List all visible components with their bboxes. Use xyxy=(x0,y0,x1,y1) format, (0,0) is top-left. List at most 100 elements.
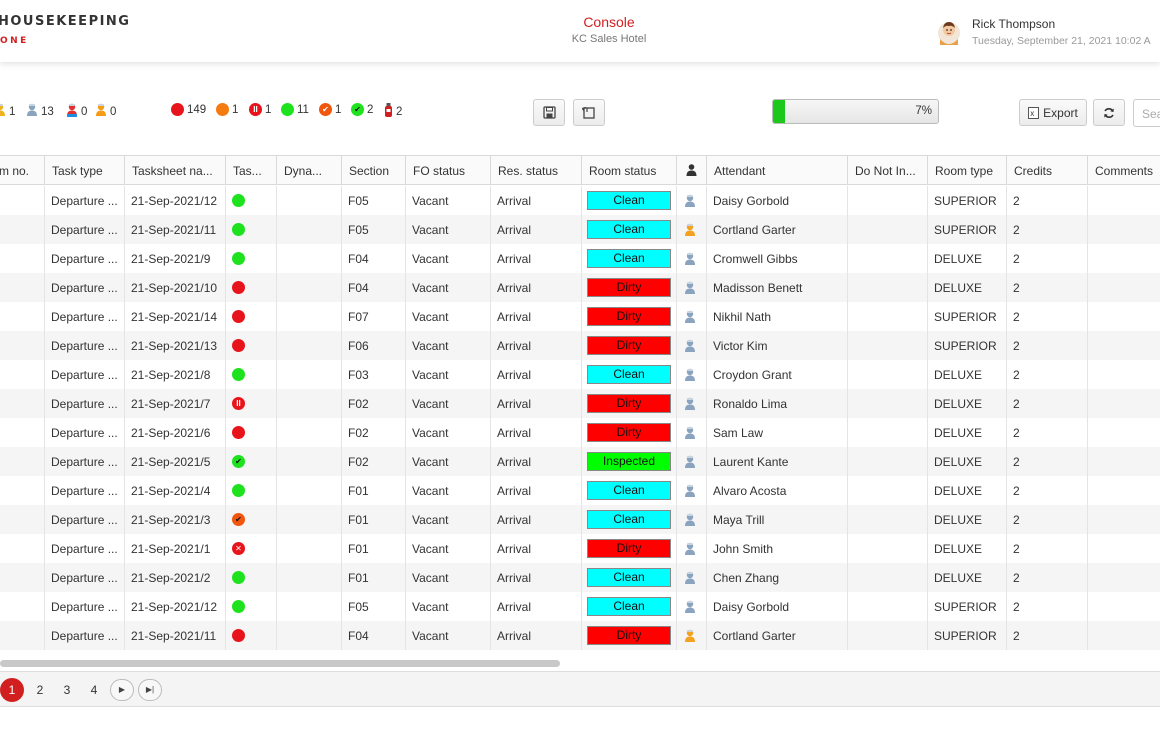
task-status-clean-icon xyxy=(232,571,245,584)
cell-task-type: Departure ... xyxy=(45,534,125,563)
cell-comments xyxy=(1088,476,1160,505)
table-row[interactable]: Departure ... 21-Sep-2021/8 F03 Vacant Arriv… xyxy=(0,360,1160,389)
room-status-badge[interactable]: Clean xyxy=(587,220,671,239)
cell-tasksheet-name: 21-Sep-2021/9 xyxy=(125,244,226,273)
task-status-clean-icon xyxy=(232,194,245,207)
next-page-button[interactable]: ▶ xyxy=(110,679,134,701)
room-status-badge[interactable]: Clean xyxy=(587,481,671,500)
room-status-badge[interactable]: Dirty xyxy=(587,423,671,442)
attendant-type-icon xyxy=(684,629,696,643)
col-task-type-header[interactable]: Task type xyxy=(45,156,125,185)
table-row[interactable]: Departure ... 21-Sep-2021/9 F04 Vacant Arriv… xyxy=(0,244,1160,273)
cell-fo-status: Vacant xyxy=(406,418,491,447)
attendant-type-icon xyxy=(684,397,696,411)
table-row[interactable]: Departure ... 21-Sep-2021/4 F01 Vacant Arriv… xyxy=(0,476,1160,505)
attendant-type-icon xyxy=(684,339,696,353)
page-4-button[interactable]: 4 xyxy=(83,679,105,701)
status-counter: ✔ 2 xyxy=(351,103,373,116)
table-row[interactable]: Departure ... 21-Sep-2021/12 F05 Vacant Arri… xyxy=(0,186,1160,215)
table-row[interactable]: Departure ... 21-Sep-2021/10 F04 Vacant Arri… xyxy=(0,273,1160,302)
table-row[interactable]: Departure ... 21-Sep-2021/7 II F02 Vacant Arr… xyxy=(0,389,1160,418)
user-name[interactable]: Rick Thompson xyxy=(972,17,1055,31)
room-status-badge[interactable]: Clean xyxy=(587,597,671,616)
table-row[interactable]: Departure ... 21-Sep-2021/12 F05 Vacant Arri… xyxy=(0,592,1160,621)
col-comments-header[interactable]: Comments xyxy=(1088,156,1160,185)
restore-button[interactable] xyxy=(573,99,605,126)
cell-fo-status: Vacant xyxy=(406,447,491,476)
table-row[interactable]: Departure ... 21-Sep-2021/6 F02 Vacant Arriv… xyxy=(0,418,1160,447)
avatar[interactable] xyxy=(937,19,961,45)
table-row[interactable]: Departure ... 21-Sep-2021/13 F06 Vacant Arri… xyxy=(0,331,1160,360)
cell-do-not-inspect xyxy=(848,592,928,621)
col-room-type-header[interactable]: Room type xyxy=(928,156,1007,185)
cell-room-status: Clean xyxy=(582,592,677,621)
search-input[interactable]: Sea xyxy=(1133,99,1160,127)
room-status-badge[interactable]: Clean xyxy=(587,510,671,529)
cell-do-not-inspect xyxy=(848,331,928,360)
cell-attendant-icon xyxy=(677,389,707,418)
col-dynamic-header[interactable]: Dyna... xyxy=(277,156,342,185)
cell-comments xyxy=(1088,592,1160,621)
page-3-button[interactable]: 3 xyxy=(56,679,78,701)
col-attendant-icon-header[interactable] xyxy=(677,156,707,185)
cell-res-status: Arrival xyxy=(491,476,582,505)
attendant-type-icon xyxy=(684,223,696,237)
cell-tasksheet-name: 21-Sep-2021/4 xyxy=(125,476,226,505)
cell-room-type: DELUXE xyxy=(928,244,1007,273)
refresh-button[interactable] xyxy=(1093,99,1125,126)
cell-tasksheet-name: 21-Sep-2021/5 xyxy=(125,447,226,476)
col-do-not-inspect-header[interactable]: Do Not In... xyxy=(848,156,928,185)
room-status-badge[interactable]: Dirty xyxy=(587,539,671,558)
col-task-status-header[interactable]: Tas... xyxy=(226,156,277,185)
room-status-badge[interactable]: Dirty xyxy=(587,278,671,297)
table-row[interactable]: Departure ... 21-Sep-2021/5 ✔ F02 Vacant Arri… xyxy=(0,447,1160,476)
cell-attendant-icon xyxy=(677,215,707,244)
table-row[interactable]: Departure ... 21-Sep-2021/2 F01 Vacant Arriv… xyxy=(0,563,1160,592)
col-attendant-header[interactable]: Attendant xyxy=(707,156,848,185)
col-room-no-header[interactable]: m no. xyxy=(0,156,45,185)
status-counter: 1 xyxy=(216,103,238,116)
horizontal-scrollbar[interactable] xyxy=(0,660,560,667)
cell-attendant: Croydon Grant xyxy=(707,360,848,389)
save-button[interactable] xyxy=(533,99,565,126)
logo-text: HOUSEKEEPING xyxy=(0,14,131,29)
page-1-button[interactable]: 1 xyxy=(0,678,24,702)
room-status-badge[interactable]: Clean xyxy=(587,249,671,268)
table-row[interactable]: Departure ... 21-Sep-2021/11 F05 Vacant Arri… xyxy=(0,215,1160,244)
col-fo-status-header[interactable]: FO status xyxy=(406,156,491,185)
room-status-badge[interactable]: Clean xyxy=(587,191,671,210)
table-row[interactable]: Departure ... 21-Sep-2021/11 F04 Vacant Arri… xyxy=(0,621,1160,650)
room-status-badge[interactable]: Clean xyxy=(587,365,671,384)
room-status-badge[interactable]: Dirty xyxy=(587,626,671,645)
cell-section: F02 xyxy=(342,418,406,447)
page-2-button[interactable]: 2 xyxy=(29,679,51,701)
col-res-status-header[interactable]: Res. status xyxy=(491,156,582,185)
col-credits-header[interactable]: Credits xyxy=(1007,156,1088,185)
room-status-badge[interactable]: Clean xyxy=(587,568,671,587)
last-page-button[interactable]: ▶| xyxy=(138,679,162,701)
multi-person-icon xyxy=(0,103,6,120)
export-button[interactable]: x Export xyxy=(1019,99,1087,126)
room-status-badge[interactable]: Inspected xyxy=(587,452,671,471)
table-row[interactable]: Departure ... 21-Sep-2021/14 F07 Vacant Arri… xyxy=(0,302,1160,331)
table-row[interactable]: Departure ... 21-Sep-2021/3 ✔ F01 Vacant Arri… xyxy=(0,505,1160,534)
cell-task-status xyxy=(226,331,277,360)
table-row[interactable]: Departure ... 21-Sep-2021/1 ✕ F01 Vacant Arri… xyxy=(0,534,1160,563)
col-room-status-header[interactable]: Room status xyxy=(582,156,677,185)
cell-dynamic xyxy=(277,592,342,621)
cell-attendant-icon xyxy=(677,447,707,476)
current-datetime: Tuesday, September 21, 2021 10:02 A xyxy=(972,35,1151,47)
cell-tasksheet-name: 21-Sep-2021/1 xyxy=(125,534,226,563)
room-status-badge[interactable]: Dirty xyxy=(587,307,671,326)
room-status-badge[interactable]: Dirty xyxy=(587,394,671,413)
cell-room-no xyxy=(0,563,45,592)
col-tasksheet-name-header[interactable]: Tasksheet na... xyxy=(125,156,226,185)
cell-task-status xyxy=(226,244,277,273)
cell-credits: 2 xyxy=(1007,447,1088,476)
col-section-header[interactable]: Section xyxy=(342,156,406,185)
cell-section: F06 xyxy=(342,331,406,360)
room-status-badge[interactable]: Dirty xyxy=(587,336,671,355)
cell-res-status: Arrival xyxy=(491,418,582,447)
cell-attendant-icon xyxy=(677,592,707,621)
status-counter: 149 xyxy=(171,103,206,116)
